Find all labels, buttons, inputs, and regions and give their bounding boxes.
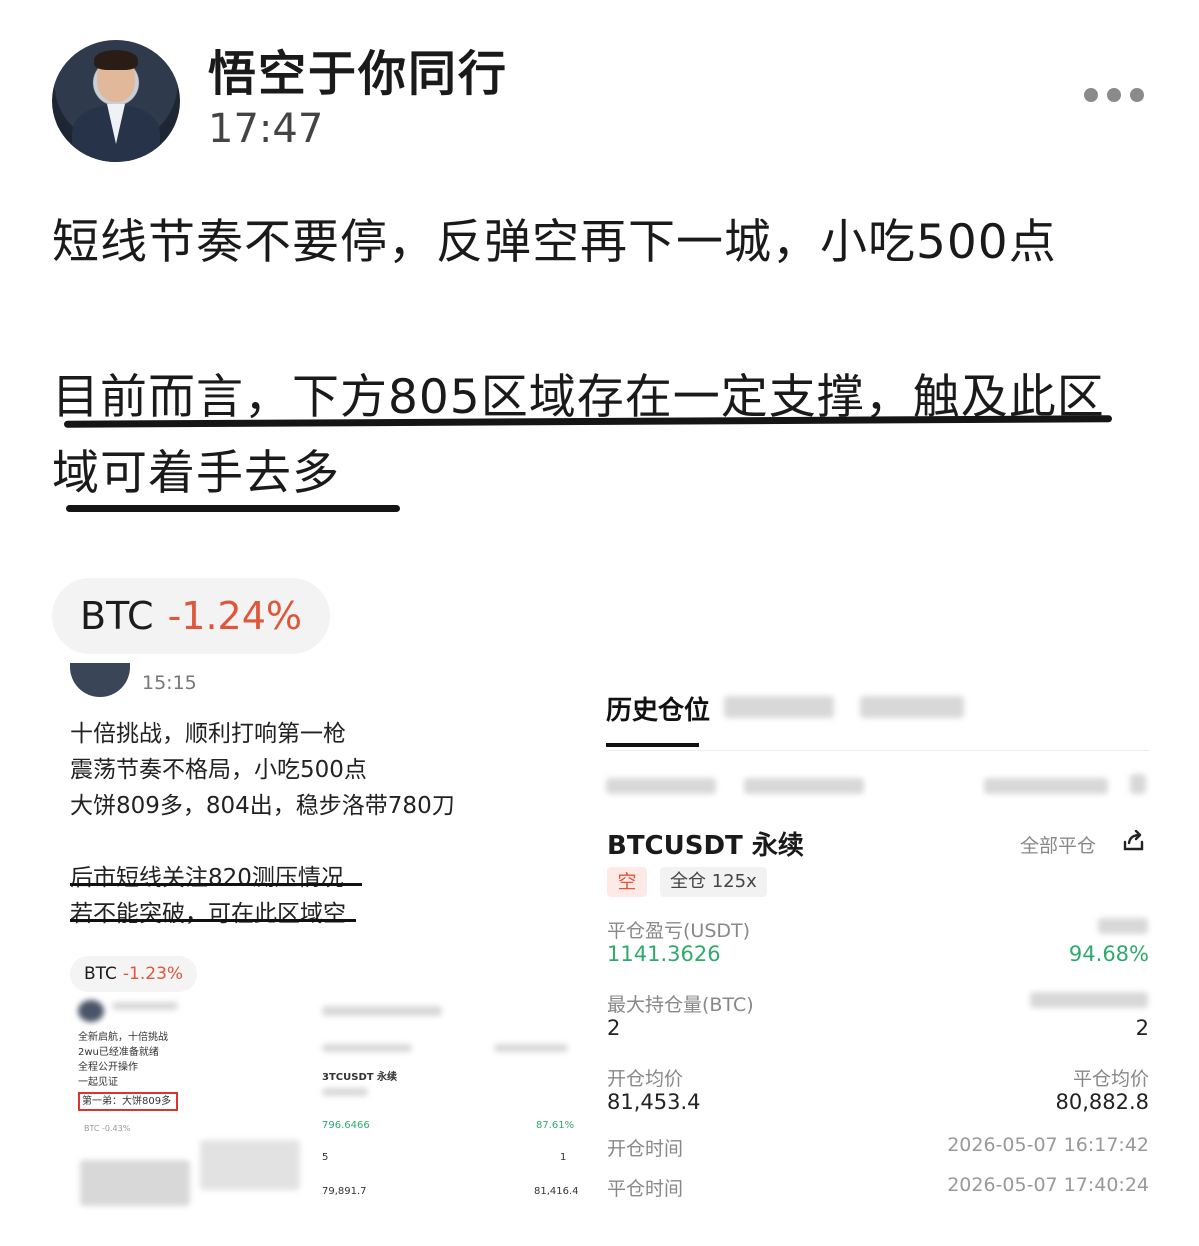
- roi-value: 94.68%: [1068, 942, 1149, 966]
- active-tab-indicator: [606, 743, 699, 747]
- filter-icon[interactable]: [1130, 774, 1146, 794]
- filter-blurred[interactable]: [606, 778, 716, 794]
- nested-post-text: 全新启航，十倍挑战 2wu已经准备就绪 全程公开操作 一起见证 第一弟：大饼80…: [78, 1030, 178, 1111]
- side-tag: 空: [607, 867, 647, 897]
- close-avg-label: 平仓均价: [1072, 1068, 1149, 1090]
- nested-value: 79,891.7: [322, 1186, 367, 1197]
- embedded-line: 后市短线关注820测压情况: [70, 865, 344, 891]
- close-time-label: 平仓时间: [607, 1178, 684, 1200]
- share-icon[interactable]: [1122, 830, 1146, 852]
- embedded-line: 十倍挑战，顺利打响第一枪: [70, 721, 346, 747]
- embedded-ticker-symbol: BTC: [84, 964, 117, 984]
- open-time-label: 开仓时间: [607, 1138, 684, 1160]
- tab-history-positions[interactable]: 历史仓位: [606, 690, 710, 727]
- pnl-label: 平仓盈亏(USDT): [607, 920, 751, 942]
- closed-qty-value: 2: [1135, 1016, 1149, 1040]
- handdrawn-underline: [66, 505, 400, 512]
- nested-chart-blur: [80, 1140, 310, 1210]
- ticker-symbol: BTC: [80, 594, 154, 638]
- nested-symbol: 3TCUSDT 永续: [322, 1072, 398, 1083]
- embedded-time: 15:15: [142, 672, 197, 694]
- embedded-ticker-chip: BTC -1.23%: [70, 956, 198, 992]
- nested-value: 5: [322, 1152, 329, 1163]
- closed-qty-label-blurred: [1030, 992, 1148, 1008]
- embedded-line: 若不能突破，可在此区域空: [70, 901, 346, 927]
- margin-tag: 全仓 125x: [660, 867, 767, 897]
- embedded-underline: [70, 883, 362, 886]
- divider: [606, 750, 1150, 751]
- nested-value: 796.6466: [322, 1120, 370, 1131]
- post-text-line1: 短线节奏不要停，反弹空再下一城，小吃500点: [52, 215, 1057, 270]
- nested-line: 全程公开操作: [78, 1062, 138, 1073]
- embedded-line: 大饼809多，804出，稳步洛带780刀: [70, 793, 455, 819]
- nested-line: 2wu已经准备就绪: [78, 1047, 159, 1058]
- nested-position-card: 3TCUSDT 永续 796.6466 87.61% 5 1 79,891.7 …: [318, 1000, 579, 1210]
- filter-blurred[interactable]: [984, 778, 1108, 794]
- embedded-line: [70, 824, 455, 860]
- nested-highlight: 第一弟：大饼809多: [78, 1092, 178, 1111]
- roi-label-blurred: [1098, 918, 1148, 934]
- max-hold-label: 最大持仓量(BTC): [607, 994, 754, 1016]
- filter-blurred[interactable]: [744, 778, 864, 794]
- ticker-chip[interactable]: BTC -1.24%: [52, 578, 331, 654]
- embedded-underline: [70, 919, 356, 922]
- nested-value: 81,416.4: [534, 1186, 579, 1197]
- nested-ticker: BTC -0.43%: [84, 1124, 131, 1133]
- nested-value: 87.61%: [536, 1120, 575, 1131]
- tab-blurred[interactable]: [724, 696, 834, 718]
- post-time: 17:47: [208, 106, 324, 152]
- ticker-change: -1.24%: [167, 594, 303, 638]
- embedded-post-text: 十倍挑战，顺利打响第一枪 震荡节奏不格局，小吃500点 大饼809多，804出，…: [70, 716, 455, 932]
- post-text-para2: 目前而言，下方805区域存在一定支撑，触及此区域可着手去多: [52, 370, 1105, 501]
- more-dots-icon[interactable]: [1084, 88, 1144, 102]
- nested-line: 全新启航，十倍挑战: [78, 1032, 168, 1043]
- open-time-value: 2026-05-07 16:17:42: [947, 1134, 1149, 1156]
- embedded-avatar: [70, 663, 130, 697]
- author-avatar[interactable]: [52, 40, 180, 162]
- nested-value: 1: [560, 1152, 567, 1163]
- max-hold-value: 2: [607, 1016, 621, 1040]
- author-name[interactable]: 悟空于你同行: [208, 34, 508, 104]
- position-symbol: BTCUSDT 永续: [607, 831, 804, 861]
- close-all-button[interactable]: 全部平仓: [1020, 831, 1096, 858]
- open-avg-value: 81,453.4: [607, 1090, 701, 1114]
- embedded-ticker-change: -1.23%: [122, 964, 184, 984]
- close-avg-value: 80,882.8: [1055, 1090, 1149, 1114]
- open-avg-label: 开仓均价: [607, 1068, 684, 1090]
- tab-blurred[interactable]: [860, 696, 964, 718]
- nested-line: 一起见证: [78, 1077, 118, 1088]
- pnl-value: 1141.3626: [607, 942, 721, 966]
- embedded-line: 震荡节奏不格局，小吃500点: [70, 757, 367, 783]
- close-time-value: 2026-05-07 17:40:24: [947, 1174, 1149, 1196]
